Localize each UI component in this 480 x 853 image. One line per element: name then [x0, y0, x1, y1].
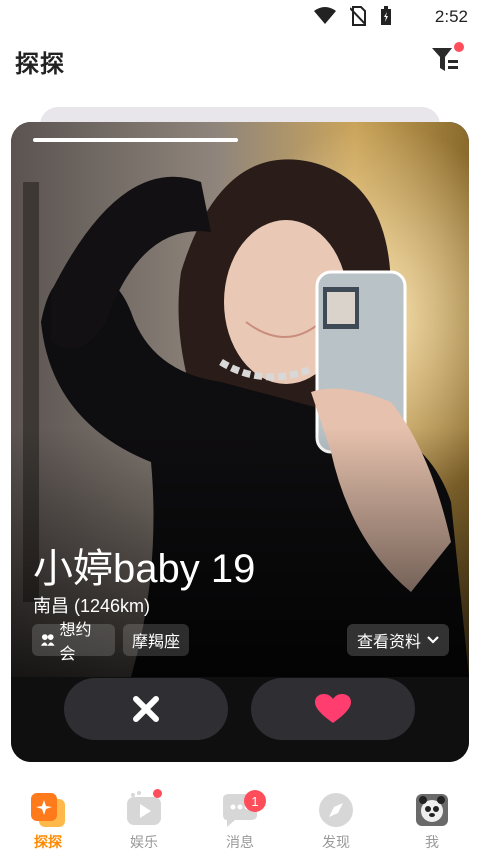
compass-icon — [319, 793, 353, 827]
nav-item-messages[interactable]: 1 消息 — [210, 788, 270, 853]
filter-button[interactable] — [430, 42, 464, 76]
nav-label: 我 — [425, 835, 439, 851]
battery-icon — [381, 6, 391, 25]
notification-dot — [153, 789, 162, 798]
discover-cards-icon — [31, 793, 65, 827]
page-title: 探探 — [15, 50, 65, 78]
nav-item-me[interactable]: 我 — [402, 788, 462, 853]
nav-label: 消息 — [226, 835, 254, 851]
nav-label: 娱乐 — [130, 835, 158, 851]
message-badge: 1 — [244, 790, 266, 812]
tag-label: 摩羯座 — [132, 632, 181, 651]
dislike-button[interactable] — [64, 678, 228, 740]
nav-label: 发现 — [322, 835, 350, 851]
bottom-nav: 探探 娱乐 1 消息 发现 我 — [0, 788, 480, 853]
avatar-icon — [416, 794, 448, 826]
profile-location: 南昌 (1246km) — [33, 596, 151, 616]
nav-label: 探探 — [34, 835, 62, 851]
no-sim-icon — [350, 6, 366, 26]
profile-card[interactable]: 小婷baby 19 南昌 (1246km) 想约会 摩羯座 查看资料 — [11, 122, 469, 762]
view-profile-button[interactable]: 查看资料 — [347, 624, 449, 656]
couple-icon — [41, 634, 55, 646]
photo-progress-bar — [33, 138, 238, 142]
tag-zodiac: 摩羯座 — [123, 624, 189, 656]
nav-item-tantan[interactable]: 探探 — [18, 788, 78, 853]
status-bar: 2:52 — [0, 0, 480, 34]
heart-icon — [315, 694, 351, 723]
tag-label: 想约会 — [59, 620, 92, 663]
nav-item-discover[interactable]: 发现 — [306, 788, 366, 853]
like-button[interactable] — [251, 678, 415, 740]
view-profile-label: 查看资料 — [356, 632, 421, 651]
status-icons — [314, 6, 392, 26]
nav-item-entertainment[interactable]: 娱乐 — [114, 788, 174, 853]
close-icon — [133, 696, 159, 722]
filter-notification-dot — [454, 42, 464, 52]
wifi-icon — [314, 7, 336, 24]
chevron-down-icon — [427, 636, 439, 644]
status-time: 2:52 — [434, 7, 468, 26]
tag-dating: 想约会 — [32, 620, 115, 663]
profile-name-age: 小婷baby 19 — [33, 547, 256, 591]
